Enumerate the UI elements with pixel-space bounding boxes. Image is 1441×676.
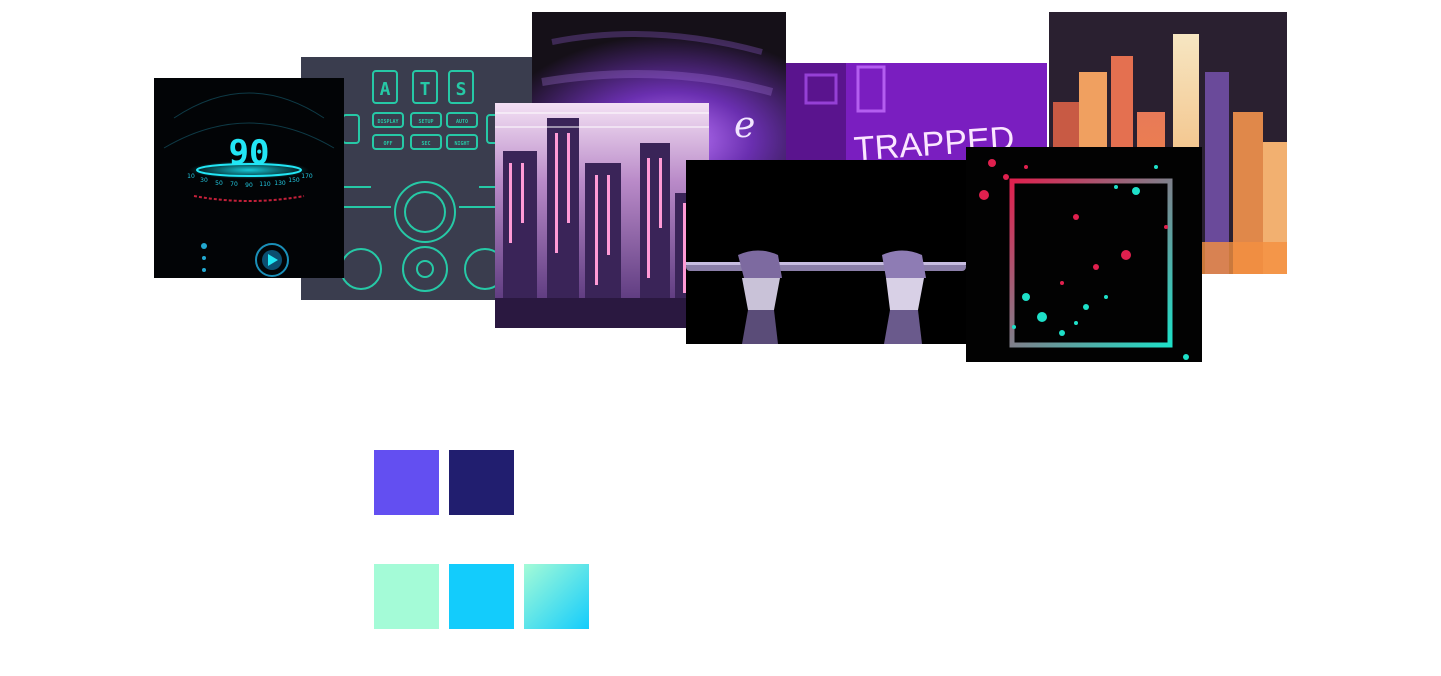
hud-key-a: A [380, 79, 391, 100]
speed-readout: 90 [229, 133, 270, 173]
speed-scale-label: 30 [200, 177, 208, 184]
hands-on-bar-graphic [686, 160, 966, 344]
hud-button-label: OFF [383, 141, 392, 147]
speed-scale-label: 90 [245, 182, 253, 189]
swatch-navy [449, 450, 514, 515]
hud-key-s: S [456, 79, 467, 100]
speed-scale-label: 70 [230, 181, 238, 188]
speed-scale-label: 110 [259, 181, 271, 188]
hands-on-bar-image [686, 160, 966, 344]
splatter-frame-image [966, 147, 1202, 362]
splatter-frame-graphic [966, 147, 1202, 362]
hud-button-label: SEC [421, 141, 430, 147]
hud-button-label: NIGHT [454, 141, 469, 147]
swatch-gradient [524, 564, 589, 629]
hud-button-label: SETUP [418, 119, 433, 125]
speedometer-image: 90 10 30 50 70 90 110 130 150 170 [154, 78, 344, 278]
swatch-violet [374, 450, 439, 515]
speedometer-graphic: 90 10 30 50 70 90 110 130 150 170 [154, 78, 344, 278]
swatch-cyan [449, 564, 514, 629]
pixel-city-image [495, 103, 709, 328]
speed-scale-label: 50 [215, 180, 223, 187]
speed-scale-label: 10 [187, 173, 195, 180]
swatch-mint [374, 564, 439, 629]
script-letter: e [734, 105, 755, 146]
speed-scale-label: 170 [301, 173, 313, 180]
hud-button-label: AUTO [456, 119, 468, 125]
speed-scale-label: 130 [274, 180, 286, 187]
hud-button-label: DISPLAY [377, 119, 398, 125]
speed-scale-label: 150 [288, 177, 300, 184]
pixel-city-graphic [495, 103, 709, 328]
hud-key-t: T [420, 79, 431, 100]
